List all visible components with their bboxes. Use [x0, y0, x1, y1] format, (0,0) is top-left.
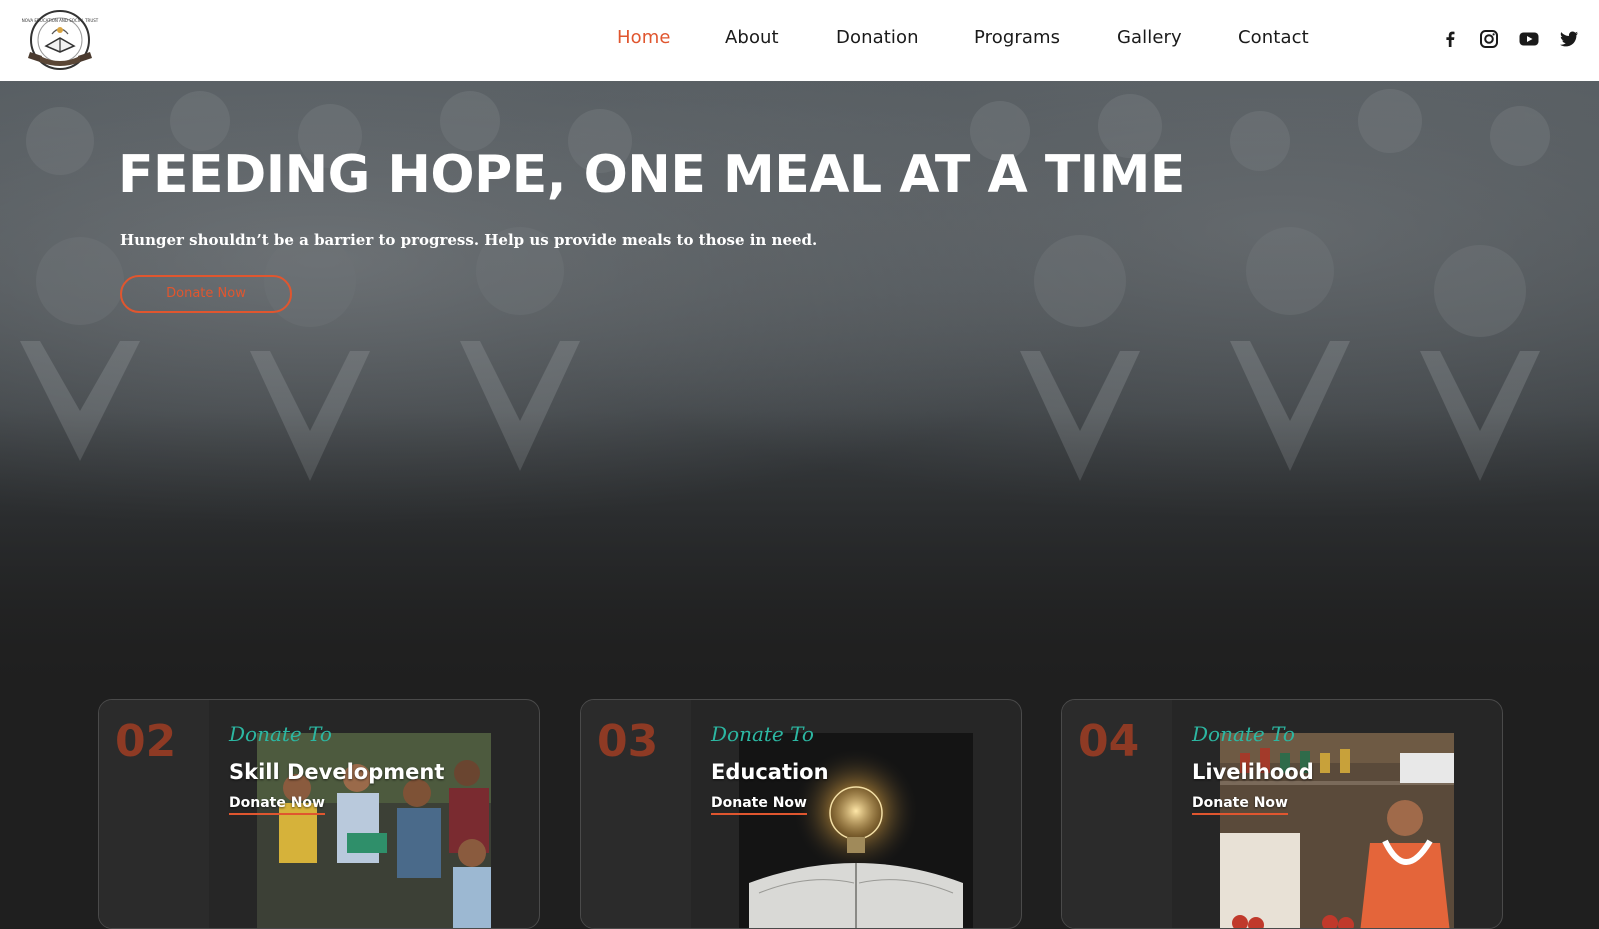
program-card-education[interactable]: 03 Donate To Education Donate Now	[580, 699, 1022, 929]
card-donate-link[interactable]: Donate Now	[1192, 795, 1288, 815]
card-number: 03	[597, 716, 659, 767]
nav-item-programs[interactable]: Programs	[974, 27, 1060, 48]
card-title: Skill Development	[229, 760, 445, 784]
main-nav: Home About Donation Programs Gallery Con…	[0, 0, 1599, 81]
twitter-icon[interactable]	[1558, 28, 1580, 50]
program-card-livelihood[interactable]: 04 Donate To Livelihood Donate Now	[1061, 699, 1503, 929]
hero-section: FEEDING HOPE, ONE MEAL AT A TIME Hunger …	[0, 81, 1599, 681]
hero-donate-button[interactable]: Donate Now	[120, 275, 292, 313]
card-number: 04	[1078, 716, 1140, 767]
hero-subtitle: Hunger shouldn’t be a barrier to progres…	[120, 231, 818, 249]
nav-item-donation[interactable]: Donation	[836, 27, 919, 48]
instagram-icon[interactable]	[1478, 28, 1500, 50]
program-card-skill-development[interactable]: 02 Donate To Skill Development Donate No…	[98, 699, 540, 929]
youtube-icon[interactable]	[1518, 28, 1540, 50]
nav-item-gallery[interactable]: Gallery	[1117, 27, 1182, 48]
card-tag: Donate To	[229, 722, 332, 746]
nav-item-contact[interactable]: Contact	[1238, 27, 1309, 48]
card-tag: Donate To	[1192, 722, 1295, 746]
hero-title: FEEDING HOPE, ONE MEAL AT A TIME	[118, 145, 1185, 205]
card-tag: Donate To	[711, 722, 814, 746]
nav-item-home[interactable]: Home	[617, 27, 671, 48]
card-title: Livelihood	[1192, 760, 1314, 784]
card-title: Education	[711, 760, 829, 784]
card-number: 02	[115, 716, 177, 767]
site-header: NOVA EDUCATION AND SOCIAL TRUST Home Abo…	[0, 0, 1599, 81]
nav-item-about[interactable]: About	[725, 27, 779, 48]
card-donate-link[interactable]: Donate Now	[711, 795, 807, 815]
facebook-icon[interactable]	[1439, 28, 1461, 50]
card-donate-link[interactable]: Donate Now	[229, 795, 325, 815]
